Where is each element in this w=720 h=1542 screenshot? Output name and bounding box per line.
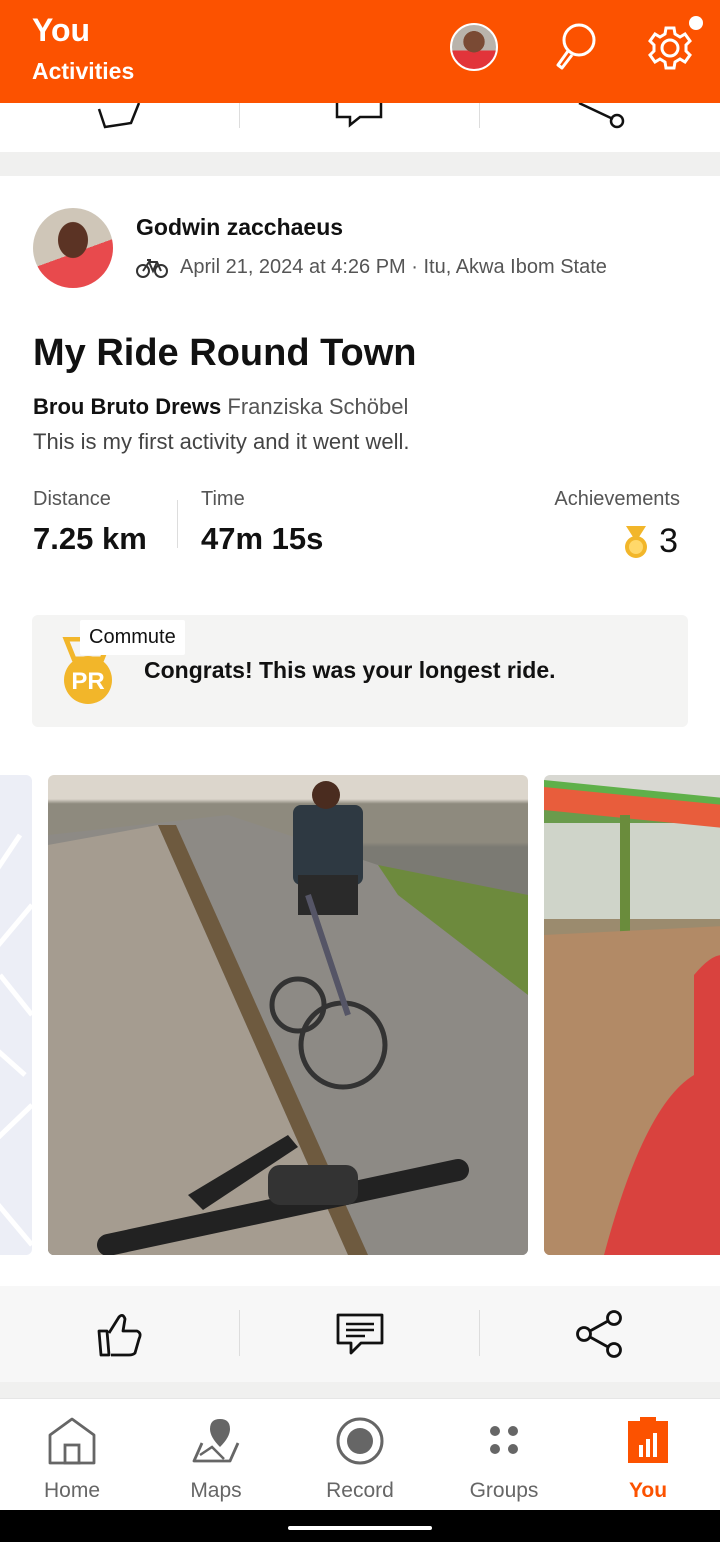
- page-title: You: [32, 12, 91, 48]
- distance-label: Distance: [33, 488, 111, 510]
- comment-icon[interactable]: [334, 101, 384, 131]
- share-button[interactable]: [480, 1286, 720, 1382]
- pr-badge-text: PR: [71, 668, 104, 695]
- card-separator: [0, 152, 720, 176]
- activity-meta: April 21, 2024 at 4:26 PM · Itu, Akwa Ib…: [136, 256, 607, 279]
- medal-icon: [625, 525, 648, 558]
- activity-photo-2[interactable]: [544, 775, 720, 1255]
- share-icon[interactable]: [575, 101, 625, 131]
- search-icon[interactable]: [550, 20, 602, 76]
- achievements: 3: [623, 522, 678, 561]
- activity-actions: [0, 1286, 720, 1382]
- system-navigation-bar: [0, 1510, 720, 1542]
- time-label: Time: [201, 488, 245, 510]
- nav-maps[interactable]: Maps: [144, 1399, 288, 1511]
- nav-maps-label: Maps: [190, 1479, 242, 1502]
- photo-scene: [48, 781, 528, 1255]
- nav-record-label: Record: [326, 1479, 394, 1502]
- activity-datetime-location: April 21, 2024 at 4:26 PM · Itu, Akwa Ib…: [180, 256, 607, 278]
- gear-model: Franziska Schöbel: [227, 394, 409, 419]
- record-icon: [336, 1417, 384, 1465]
- share-icon: [576, 1310, 622, 1358]
- activity-gear: Brou Bruto Drews Franziska Schöbel: [33, 394, 408, 420]
- profile-avatar[interactable]: [450, 23, 498, 71]
- gear-icon[interactable]: [644, 20, 696, 76]
- time-value: 47m 15s: [201, 521, 324, 556]
- bike-icon: [136, 258, 168, 278]
- user-name[interactable]: Godwin zacchaeus: [136, 214, 343, 241]
- previous-activity-actions: [0, 101, 720, 152]
- nav-groups[interactable]: Groups: [432, 1399, 576, 1511]
- nav-you-label: You: [628, 1479, 668, 1502]
- you-icon: [628, 1417, 668, 1463]
- card-separator: [0, 1382, 720, 1398]
- route-map-thumbnail[interactable]: [0, 775, 32, 1255]
- home-icon: [48, 1417, 96, 1465]
- app-header: You Activities: [0, 0, 720, 103]
- activity-description: This is my first activity and it went we…: [33, 429, 410, 454]
- maps-icon: [192, 1419, 240, 1463]
- comment-button[interactable]: [240, 1286, 480, 1382]
- activity-title[interactable]: My Ride Round Town: [33, 332, 416, 375]
- commute-tag: Commute: [80, 620, 185, 655]
- nav-record[interactable]: Record: [288, 1399, 432, 1511]
- achievements-count: 3: [659, 522, 678, 560]
- activity-photo[interactable]: [48, 775, 528, 1255]
- nav-home-label: Home: [43, 1479, 101, 1502]
- comment-icon: [336, 1313, 384, 1355]
- achievements-label: Achievements: [554, 488, 680, 510]
- user-avatar[interactable]: [33, 208, 113, 288]
- congrats-message: Congrats! This was your longest ride.: [144, 657, 556, 683]
- nav-home[interactable]: Home: [0, 1399, 144, 1511]
- bottom-navigation: Home Maps Record Groups You: [0, 1398, 720, 1510]
- notification-dot: [689, 16, 703, 30]
- gesture-handle[interactable]: [288, 1526, 432, 1530]
- groups-icon: [490, 1426, 518, 1454]
- like-button[interactable]: [0, 1286, 240, 1382]
- photo-2-scene: [544, 780, 720, 1255]
- stat-divider: [177, 500, 178, 548]
- nav-groups-label: Groups: [469, 1479, 539, 1502]
- like-icon: [97, 1314, 142, 1357]
- nav-you[interactable]: You: [576, 1399, 720, 1511]
- distance-value: 7.25 km: [33, 521, 147, 556]
- route-map-lines: [0, 833, 32, 1247]
- page-subtitle-tab[interactable]: Activities: [32, 58, 134, 85]
- like-icon[interactable]: [95, 101, 145, 131]
- gear-name: Brou Bruto Drews: [33, 394, 222, 419]
